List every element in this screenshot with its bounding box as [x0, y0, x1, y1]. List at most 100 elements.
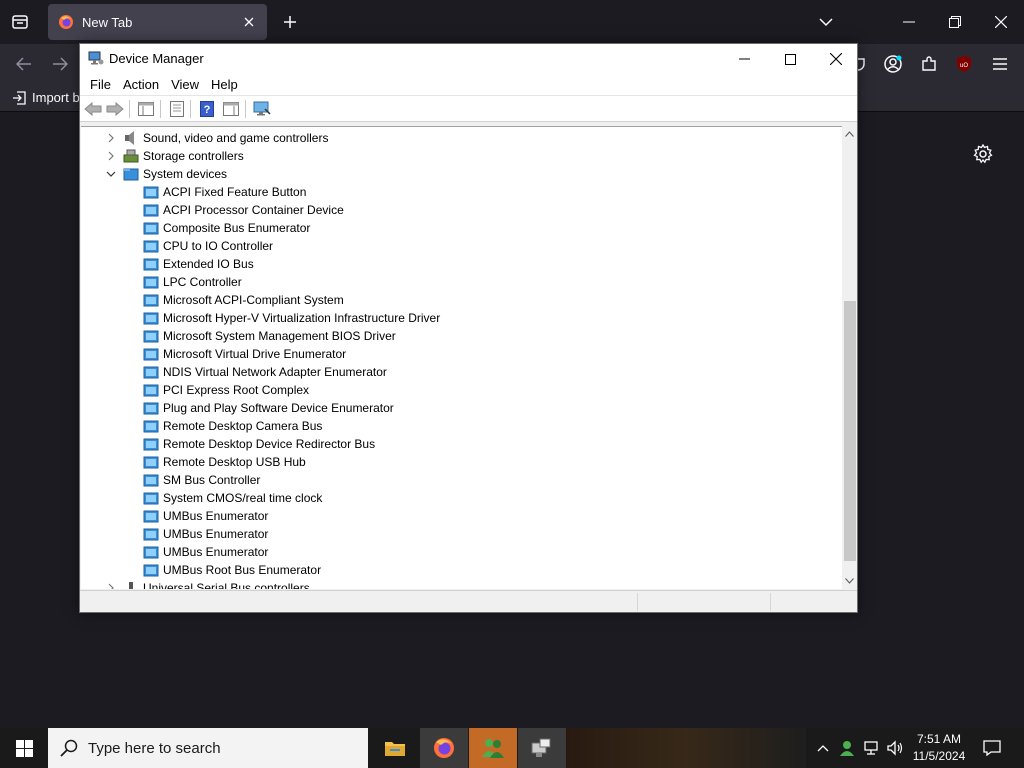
device-manager-titlebar[interactable]: Device Manager [80, 44, 857, 74]
taskbar-file-explorer[interactable] [371, 728, 419, 768]
device-icon [143, 366, 159, 379]
menu-file[interactable]: File [84, 77, 117, 92]
tree-item-label: CPU to IO Controller [163, 239, 274, 253]
taskbar-search-box[interactable]: Type here to search [48, 728, 368, 768]
minimize-icon[interactable] [895, 8, 923, 36]
forward-arrow-icon[interactable] [105, 100, 125, 118]
dm-minimize-icon[interactable] [721, 44, 767, 74]
collapsed-chevron-icon[interactable] [105, 582, 117, 589]
tree-device-item[interactable]: UMBus Root Bus Enumerator [81, 561, 842, 579]
tree-device-item[interactable]: UMBus Enumerator [81, 525, 842, 543]
extensions-icon[interactable] [917, 52, 941, 76]
import-bookmarks-button[interactable]: Import b [12, 90, 80, 105]
hamburger-menu-icon[interactable] [988, 52, 1012, 76]
vertical-scrollbar[interactable] [842, 126, 857, 589]
tree-device-item[interactable]: Extended IO Bus [81, 255, 842, 273]
tree-item-label: UMBus Enumerator [163, 545, 269, 559]
tree-device-item[interactable]: SM Bus Controller [81, 471, 842, 489]
tree-category[interactable]: Storage controllers [81, 147, 842, 165]
expanded-chevron-icon[interactable] [105, 168, 117, 180]
restore-icon[interactable] [941, 8, 969, 36]
usb-icon [129, 582, 133, 589]
device-icon [143, 474, 159, 487]
taskbar-device-manager[interactable] [518, 728, 566, 768]
tree-device-item[interactable]: Plug and Play Software Device Enumerator [81, 399, 842, 417]
firefox-taskbar-icon [434, 738, 454, 758]
tree-device-item[interactable]: ACPI Processor Container Device [81, 201, 842, 219]
tree-device-item[interactable]: LPC Controller [81, 273, 842, 291]
tree-category[interactable]: Universal Serial Bus controllers [81, 579, 842, 589]
help-icon[interactable]: ? [197, 100, 217, 118]
tree-device-item[interactable]: Microsoft Virtual Drive Enumerator [81, 345, 842, 363]
tree-device-item[interactable]: UMBus Enumerator [81, 507, 842, 525]
start-button[interactable] [0, 728, 48, 768]
tree-category[interactable]: System devices [81, 165, 842, 183]
tree-category[interactable]: Sound, video and game controllers [81, 129, 842, 147]
show-hide-console-tree-icon[interactable] [136, 100, 156, 118]
tree-device-item[interactable]: Remote Desktop USB Hub [81, 453, 842, 471]
tree-item-label: Universal Serial Bus controllers [143, 581, 310, 589]
toolbar-separator [129, 100, 130, 118]
new-tab-button[interactable] [278, 10, 302, 34]
status-pane-divider [770, 593, 771, 611]
ublock-origin-icon[interactable]: uO [952, 52, 976, 76]
back-arrow-icon[interactable] [83, 100, 103, 118]
scroll-up-icon[interactable] [842, 126, 857, 142]
settings-gear-icon[interactable] [972, 143, 994, 165]
device-icon [143, 330, 159, 343]
properties-icon[interactable] [167, 100, 187, 118]
device-icon [143, 348, 159, 361]
taskbar-firefox[interactable] [420, 728, 468, 768]
taskbar-clock[interactable]: 7:51 AM 11/5/2024 [908, 731, 970, 765]
tree-device-item[interactable]: Remote Desktop Camera Bus [81, 417, 842, 435]
tray-users-icon[interactable] [836, 728, 858, 768]
tree-device-item[interactable]: PCI Express Root Complex [81, 381, 842, 399]
tree-device-item[interactable]: Microsoft System Management BIOS Driver [81, 327, 842, 345]
scan-hardware-icon[interactable] [252, 100, 272, 118]
show-hidden-icons[interactable] [812, 728, 834, 768]
volume-icon[interactable] [884, 728, 906, 768]
tree-device-item[interactable]: Microsoft ACPI-Compliant System [81, 291, 842, 309]
scroll-down-icon[interactable] [842, 573, 857, 589]
device-icon [143, 510, 159, 523]
back-icon[interactable] [12, 52, 36, 76]
account-icon[interactable] [881, 52, 905, 76]
tree-device-item[interactable]: CPU to IO Controller [81, 237, 842, 255]
device-manager-window: Device Manager File Action View Help ? S… [79, 43, 858, 613]
tree-device-item[interactable]: System CMOS/real time clock [81, 489, 842, 507]
list-all-tabs-icon[interactable] [814, 10, 838, 34]
device-icon [143, 528, 159, 541]
close-tab-icon[interactable] [241, 14, 257, 30]
tab-list-icon[interactable] [8, 10, 32, 34]
network-icon[interactable] [860, 728, 882, 768]
action-pane-icon[interactable] [221, 100, 241, 118]
tab-new-tab[interactable]: New Tab [48, 4, 267, 40]
taskbar-users-app[interactable] [469, 728, 517, 768]
tree-device-item[interactable]: Microsoft Hyper-V Virtualization Infrast… [81, 309, 842, 327]
menu-view[interactable]: View [165, 77, 205, 92]
tree-device-item[interactable]: ACPI Fixed Feature Button [81, 183, 842, 201]
menu-bar: File Action View Help [80, 74, 857, 96]
dm-close-icon[interactable] [813, 44, 859, 74]
menu-action[interactable]: Action [117, 77, 165, 92]
collapsed-chevron-icon[interactable] [105, 150, 117, 162]
tree-item-label: ACPI Fixed Feature Button [163, 185, 307, 199]
tree-device-item[interactable]: UMBus Enumerator [81, 543, 842, 561]
tree-device-item[interactable]: Remote Desktop Device Redirector Bus [81, 435, 842, 453]
device-icon [143, 402, 159, 415]
menu-help[interactable]: Help [205, 77, 244, 92]
notifications-icon[interactable] [980, 736, 1004, 760]
file-explorer-icon [385, 742, 405, 756]
scrollbar-thumb[interactable] [844, 301, 856, 561]
dm-maximize-icon[interactable] [767, 44, 813, 74]
tree-item-label: Microsoft Hyper-V Virtualization Infrast… [163, 311, 441, 325]
close-window-icon[interactable] [987, 8, 1015, 36]
collapsed-chevron-icon[interactable] [105, 132, 117, 144]
tree-device-item[interactable]: NDIS Virtual Network Adapter Enumerator [81, 363, 842, 381]
device-icon [143, 456, 159, 469]
forward-icon[interactable] [48, 52, 72, 76]
tree-item-label: Storage controllers [143, 149, 244, 163]
device-icon [143, 294, 159, 307]
tree-item-label: PCI Express Root Complex [163, 383, 310, 397]
tree-device-item[interactable]: Composite Bus Enumerator [81, 219, 842, 237]
